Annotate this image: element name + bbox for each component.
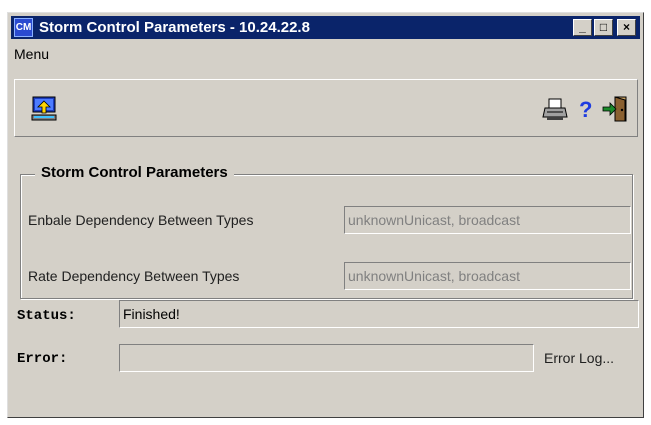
app-icon: CM [14,18,33,37]
help-icon[interactable]: ? [571,95,599,123]
enable-dependency-label: Enbale Dependency Between Types [28,212,254,228]
error-label: Error: [17,351,68,367]
help-glyph: ? [579,97,592,122]
status-label: Status: [17,308,76,324]
window-title: Storm Control Parameters - 10.24.22.8 [39,19,310,36]
window: CM Storm Control Parameters - 10.24.22.8… [7,12,644,418]
toolbar: ? [14,79,638,137]
group-title: Storm Control Parameters [35,164,234,181]
rate-dependency-label: Rate Dependency Between Types [28,268,240,284]
status-field: Finished! [119,300,639,328]
error-field [119,344,534,372]
enable-dependency-field[interactable]: unknownUnicast, broadcast [344,206,631,234]
printer-icon[interactable] [541,95,569,123]
maximize-button[interactable]: □ [594,19,613,36]
close-button[interactable]: × [617,19,636,36]
minimize-button[interactable]: _ [573,19,592,36]
menu-bar: Menu [11,43,640,65]
error-log-link[interactable]: Error Log... [544,350,614,366]
exit-icon[interactable] [601,95,629,123]
title-bar[interactable]: CM Storm Control Parameters - 10.24.22.8… [11,16,640,39]
menu-item-menu[interactable]: Menu [14,46,49,62]
upload-settings-icon[interactable] [30,95,58,123]
storm-control-group: Storm Control Parameters Enbale Dependen… [20,164,633,299]
rate-dependency-field[interactable]: unknownUnicast, broadcast [344,262,631,290]
